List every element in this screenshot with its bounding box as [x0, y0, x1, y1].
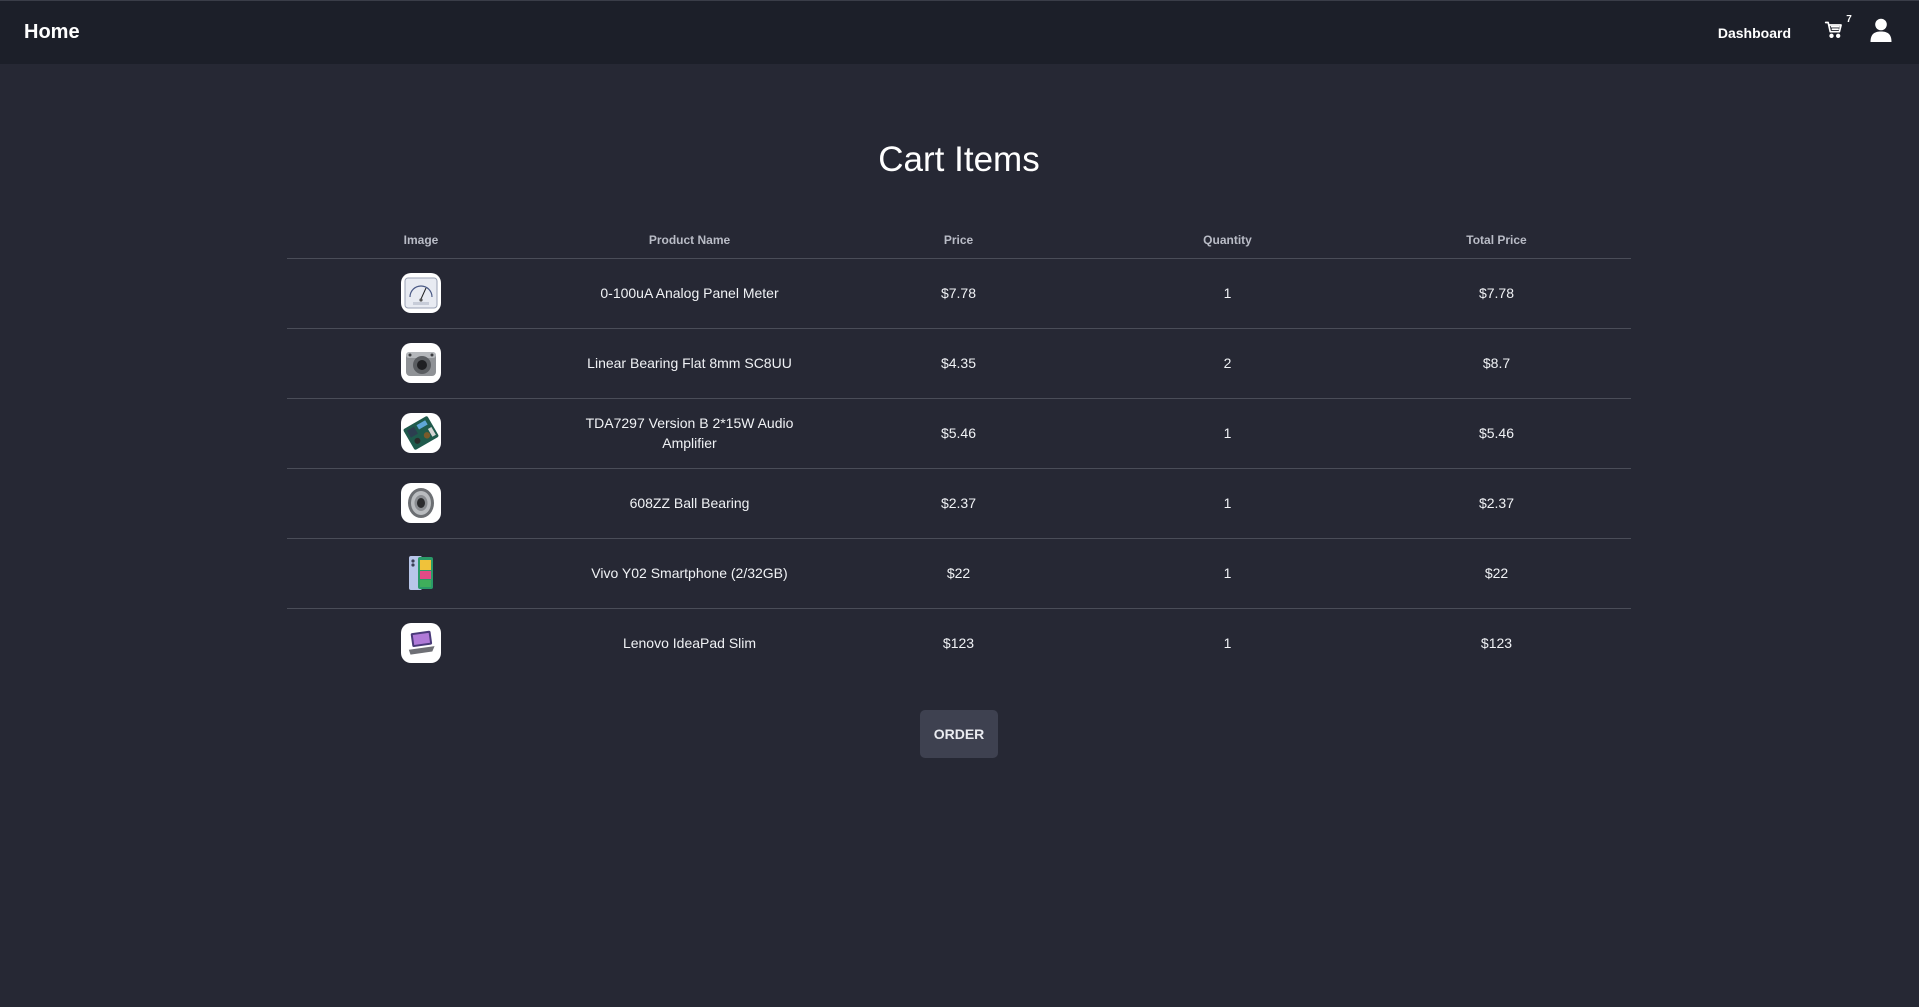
- product-total-price: $2.37: [1362, 468, 1631, 539]
- column-header-price: Price: [824, 222, 1093, 259]
- product-image-cell: [287, 468, 555, 539]
- table-row: 608ZZ Ball Bearing $2.37 1 $2.37: [287, 468, 1631, 539]
- dashboard-link[interactable]: Dashboard: [1718, 25, 1791, 41]
- table-header-row: Image Product Name Price Quantity Total …: [287, 222, 1631, 259]
- product-price: $2.37: [824, 468, 1093, 539]
- cart-table: Image Product Name Price Quantity Total …: [287, 222, 1631, 678]
- order-button[interactable]: ORDER: [920, 710, 998, 758]
- cart-icon: [1824, 20, 1844, 45]
- product-name-cell: Lenovo IdeaPad Slim: [555, 608, 824, 678]
- column-header-image: Image: [287, 222, 555, 259]
- ball-bearing-image: [401, 483, 441, 523]
- product-quantity: 1: [1223, 635, 1232, 652]
- product-total-price: $22: [1362, 538, 1631, 609]
- user-icon: [1870, 18, 1892, 47]
- table-row: Vivo Y02 Smartphone (2/32GB) $22 1 $22: [287, 538, 1631, 609]
- product-name-cell: Linear Bearing Flat 8mm SC8UU: [555, 328, 824, 399]
- product-name: 608ZZ Ball Bearing: [629, 495, 750, 511]
- product-name: Vivo Y02 Smartphone (2/32GB): [591, 565, 788, 581]
- order-actions: ORDER: [287, 710, 1631, 758]
- table-row: Lenovo IdeaPad Slim $123 1 $123: [287, 608, 1631, 678]
- product-price: $22: [824, 538, 1093, 609]
- product-name-cell: 608ZZ Ball Bearing: [555, 468, 824, 539]
- top-navbar: Home Dashboard 7: [0, 0, 1919, 64]
- column-header-product-name: Product Name: [555, 222, 824, 259]
- linear-bearing-image: [401, 343, 441, 383]
- navbar-actions: Dashboard 7: [1718, 1, 1895, 64]
- cart-count-badge: 7: [1846, 13, 1852, 25]
- table-row: TDA7297 Version B 2*15W Audio Amplifier …: [287, 398, 1631, 469]
- product-total-price: $8.7: [1362, 328, 1631, 399]
- cart-page: Cart Items Image Product Name Price Quan…: [287, 64, 1631, 758]
- product-image-cell: [287, 608, 555, 678]
- product-quantity: 1: [1093, 258, 1362, 329]
- smartphone-image: [401, 553, 441, 593]
- laptop-image: [401, 623, 441, 664]
- product-total-price: $7.78: [1362, 258, 1631, 329]
- column-header-quantity: Quantity: [1093, 222, 1362, 259]
- product-price: $4.35: [824, 328, 1093, 399]
- product-total-price: $5.46: [1362, 398, 1631, 469]
- product-name: TDA7297 Version B 2*15W Audio Amplifier: [585, 415, 794, 451]
- product-quantity: 1: [1093, 468, 1362, 539]
- user-account-button[interactable]: [1867, 18, 1895, 47]
- product-price: $7.78: [824, 258, 1093, 329]
- page-title: Cart Items: [878, 140, 1040, 179]
- home-link[interactable]: Home: [24, 21, 80, 44]
- product-total-price: $123: [1480, 635, 1513, 652]
- product-image-cell: [287, 258, 555, 329]
- product-price: $123: [942, 635, 975, 652]
- product-name-cell: 0-100uA Analog Panel Meter: [555, 258, 824, 329]
- product-quantity: 1: [1093, 538, 1362, 609]
- column-header-total-price: Total Price: [1362, 222, 1631, 259]
- product-name-cell: Vivo Y02 Smartphone (2/32GB): [555, 538, 824, 609]
- product-name: 0-100uA Analog Panel Meter: [600, 285, 779, 301]
- product-image-cell: [287, 538, 555, 609]
- product-price: $5.46: [824, 398, 1093, 469]
- product-image-cell: [287, 328, 555, 399]
- cart-button[interactable]: 7: [1821, 14, 1852, 46]
- amplifier-board-image: [401, 413, 441, 453]
- product-quantity: 1: [1093, 398, 1362, 469]
- product-name: Linear Bearing Flat 8mm SC8UU: [587, 355, 792, 371]
- table-row: 0-100uA Analog Panel Meter $7.78 1 $7.78: [287, 258, 1631, 329]
- product-name-cell: TDA7297 Version B 2*15W Audio Amplifier: [555, 398, 824, 469]
- table-row: Linear Bearing Flat 8mm SC8UU $4.35 2 $8…: [287, 328, 1631, 399]
- product-image-cell: [287, 398, 555, 469]
- product-name: Lenovo IdeaPad Slim: [622, 635, 757, 652]
- panel-meter-image: [401, 273, 441, 313]
- product-quantity: 2: [1093, 328, 1362, 399]
